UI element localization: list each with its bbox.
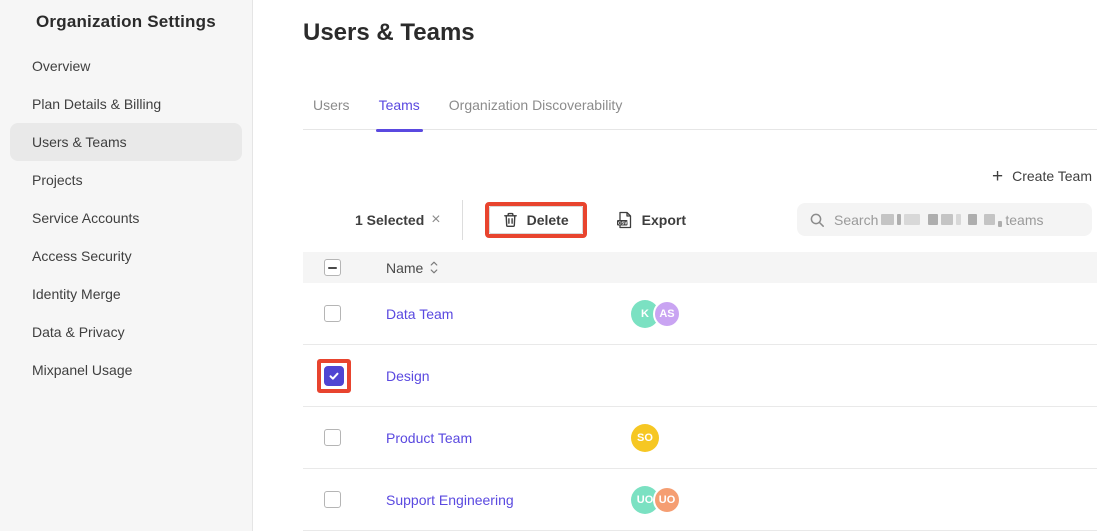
avatar: SO <box>631 424 659 452</box>
column-header-name[interactable]: Name <box>386 260 423 276</box>
sidebar-item-overview[interactable]: Overview <box>10 47 242 85</box>
export-button[interactable]: CSV Export <box>616 211 686 229</box>
actions-row: + Create Team <box>303 163 1097 189</box>
selected-count: 1 Selected <box>355 212 424 228</box>
avatar: UO <box>653 486 681 514</box>
row-checkbox[interactable] <box>324 429 341 446</box>
team-link[interactable]: Product Team <box>386 430 472 446</box>
close-icon[interactable]: × <box>431 212 440 228</box>
sidebar-item-plan-details-billing[interactable]: Plan Details & Billing <box>10 85 242 123</box>
sidebar-title: Organization Settings <box>0 0 252 32</box>
main-content: Users & Teams Users Teams Organization D… <box>253 0 1108 531</box>
table-row: Support Engineering UO UO <box>303 469 1097 531</box>
member-avatars: SO <box>631 424 659 452</box>
delete-label: Delete <box>527 212 569 228</box>
create-team-label: Create Team <box>1012 168 1092 184</box>
table-row: Data Team K AS <box>303 283 1097 345</box>
row-checkbox[interactable] <box>324 305 341 322</box>
tab-bar: Users Teams Organization Discoverability <box>303 95 1097 130</box>
row-checkbox[interactable] <box>324 366 344 386</box>
avatar: AS <box>653 300 681 328</box>
team-link[interactable]: Support Engineering <box>386 492 514 508</box>
row-checkbox[interactable] <box>324 491 341 508</box>
sidebar-item-mixpanel-usage[interactable]: Mixpanel Usage <box>10 351 242 389</box>
tab-teams[interactable]: Teams <box>379 95 420 115</box>
svg-text:CSV: CSV <box>618 220 628 225</box>
sidebar-item-access-security[interactable]: Access Security <box>10 237 242 275</box>
sidebar: Organization Settings Overview Plan Deta… <box>0 0 253 531</box>
table-row: Design <box>303 345 1097 407</box>
team-link[interactable]: Design <box>386 368 430 384</box>
export-label: Export <box>642 212 686 228</box>
annotation-box-delete: Delete <box>485 202 587 238</box>
table-row: Product Team SO <box>303 407 1097 469</box>
sidebar-item-users-teams[interactable]: Users & Teams <box>10 123 242 161</box>
delete-button[interactable]: Delete <box>489 206 583 234</box>
csv-file-icon: CSV <box>616 211 633 229</box>
member-avatars: K AS <box>631 300 681 328</box>
team-link[interactable]: Data Team <box>386 306 453 322</box>
tab-organization-discoverability[interactable]: Organization Discoverability <box>449 95 623 115</box>
tab-users[interactable]: Users <box>313 95 350 115</box>
create-team-button[interactable]: + Create Team <box>992 167 1092 186</box>
select-all-checkbox[interactable] <box>324 259 341 276</box>
toolbar-divider <box>462 200 463 240</box>
sidebar-nav: Overview Plan Details & Billing Users & … <box>0 47 252 389</box>
page-title: Users & Teams <box>303 18 1097 48</box>
redacted-text <box>881 214 894 225</box>
sort-icon[interactable] <box>430 261 438 274</box>
sidebar-item-projects[interactable]: Projects <box>10 161 242 199</box>
sidebar-item-service-accounts[interactable]: Service Accounts <box>10 199 242 237</box>
search-placeholder: Search teams <box>834 212 1043 228</box>
sidebar-item-identity-merge[interactable]: Identity Merge <box>10 275 242 313</box>
annotation-box-checkbox <box>317 359 351 393</box>
selection-summary: 1 Selected × <box>355 212 441 228</box>
plus-icon: + <box>992 167 1003 186</box>
search-input[interactable]: Search teams <box>797 203 1092 236</box>
search-icon <box>809 212 825 228</box>
teams-table: Name Data Team K AS <box>303 252 1097 531</box>
table-header-row: Name <box>303 252 1097 283</box>
trash-icon <box>503 212 518 228</box>
bulk-actions-toolbar: 1 Selected × Delete <box>303 199 1097 240</box>
sidebar-item-data-privacy[interactable]: Data & Privacy <box>10 313 242 351</box>
member-avatars: UO UO <box>631 486 681 514</box>
